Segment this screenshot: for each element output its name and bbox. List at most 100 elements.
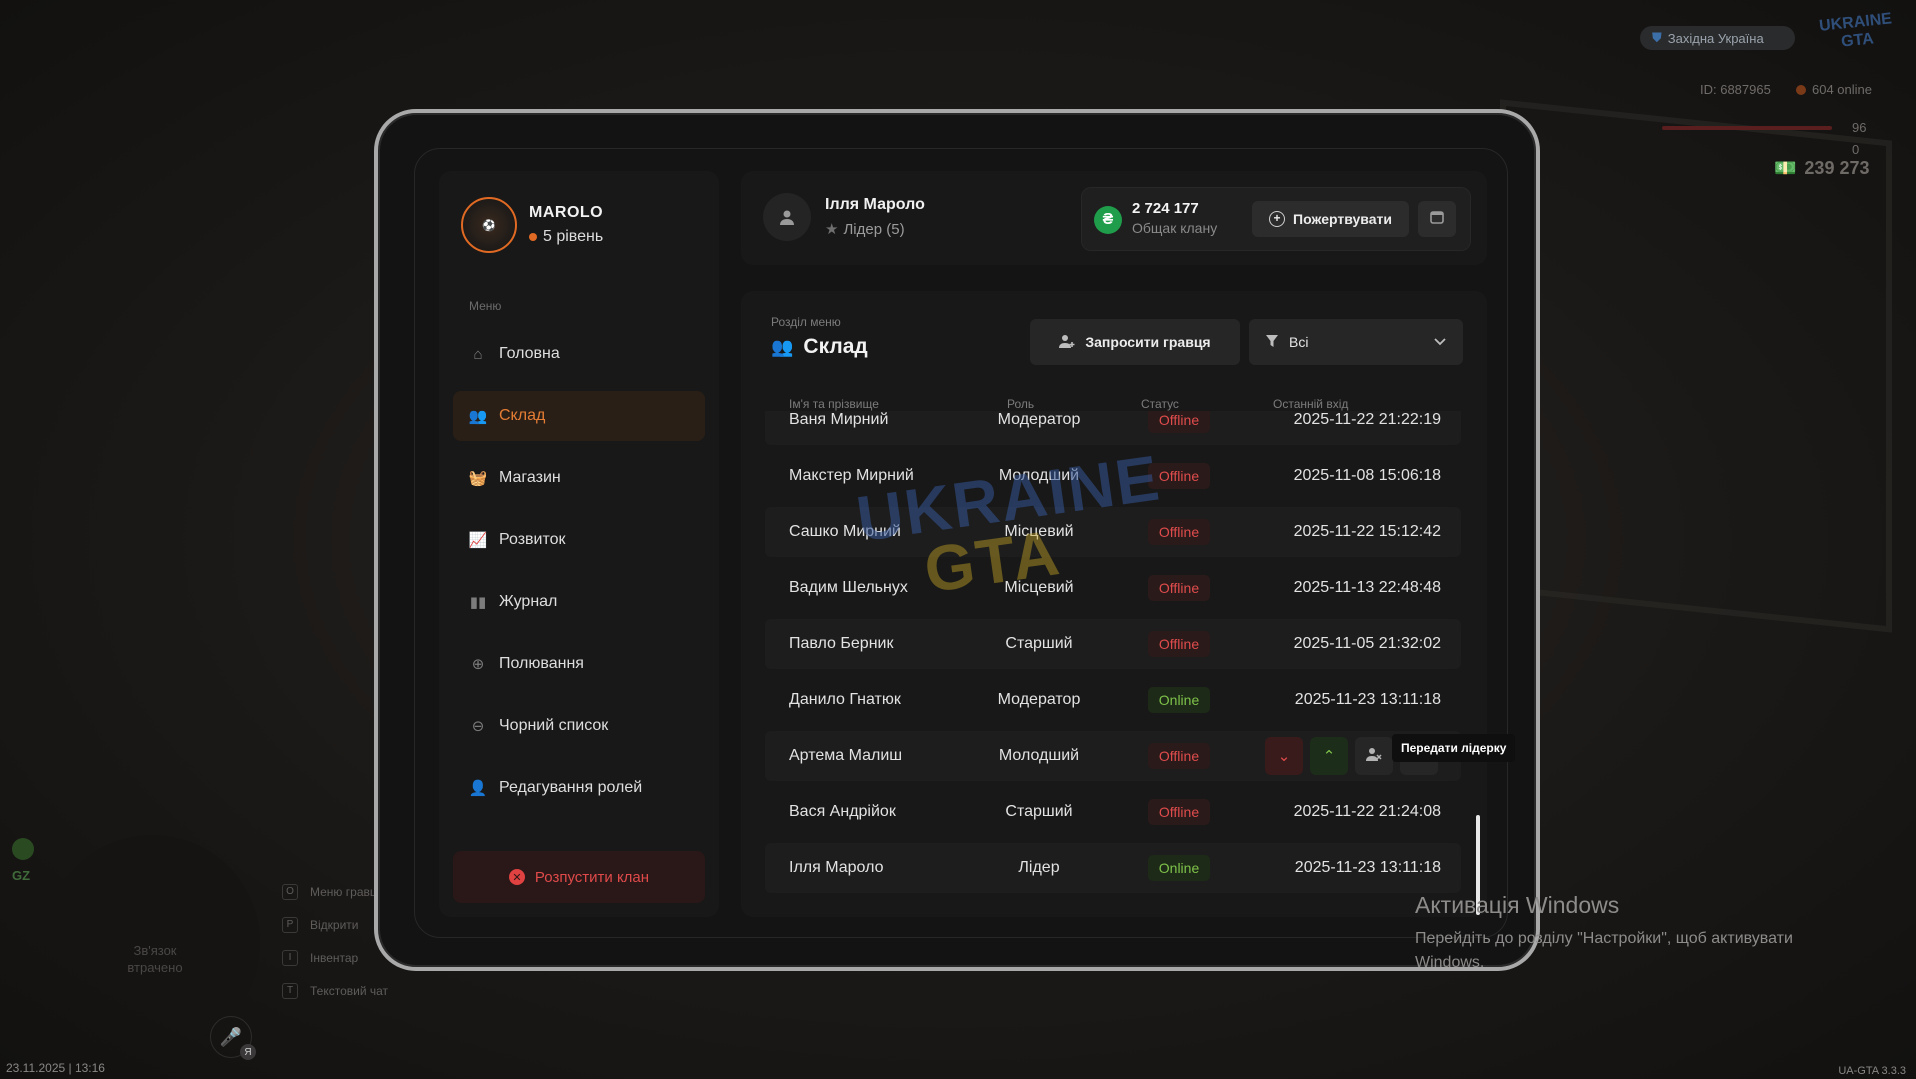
- table-row[interactable]: Ваня Мирний Модератор Offline 2025-11-22…: [765, 411, 1461, 445]
- chart-icon: 📈: [468, 532, 488, 549]
- sidebar-item-label: Розвиток: [499, 531, 566, 548]
- sidebar-item-development[interactable]: 📈 Розвиток: [453, 515, 705, 565]
- member-role: Молодший: [998, 747, 1080, 764]
- sidebar-item-label: Чорний список: [499, 717, 609, 734]
- sidebar-item-hunting[interactable]: ⊕ Полювання: [453, 639, 705, 689]
- sidebar-item-shop[interactable]: 🧺 Магазин: [453, 453, 705, 503]
- kick-member-button[interactable]: [1355, 737, 1393, 775]
- tooltip: Передати лідерку: [1392, 734, 1516, 762]
- sidebar-item-home[interactable]: ⌂ Головна: [453, 329, 705, 379]
- bank-label: Общак клану: [1132, 220, 1218, 236]
- datetime: 23.11.2025 | 13:16: [6, 1061, 105, 1075]
- member-role: Лідер: [1018, 859, 1060, 876]
- member-name: Данило Гнатюк: [789, 691, 901, 708]
- hotkey-key: I: [282, 950, 298, 966]
- donate-label: Пожертвувати: [1293, 211, 1392, 227]
- sidebar-item-label: Склад: [499, 407, 546, 424]
- table-row[interactable]: Ілля Мароло Лідер Online 2025-11-23 13:1…: [765, 843, 1461, 893]
- donate-button[interactable]: + Пожертвувати: [1252, 201, 1409, 237]
- version: UA-GTA 3.3.3: [1838, 1065, 1906, 1077]
- online-count: 604 online: [1796, 82, 1872, 97]
- table-row[interactable]: Данило Гнатюк Модератор Online 2025-11-2…: [765, 675, 1461, 725]
- hotkey-label: Текстовий чат: [310, 984, 389, 998]
- activation-text: Перейдіть до розділу "Настройки", щоб ак…: [1415, 930, 1793, 971]
- gz-icon: [12, 838, 34, 860]
- chevron-down-icon: [1433, 334, 1447, 351]
- clan-profile: ⚽ MAROLO 5 рівень: [461, 197, 603, 253]
- top-card: Ілля Мароло ★ Лідер (5) ₴ 2 724 177 Обща…: [741, 171, 1487, 265]
- sidebar-item-label: Полювання: [499, 655, 584, 672]
- member-role: Старший: [1005, 635, 1073, 652]
- disband-label: Розпустити клан: [534, 868, 650, 886]
- status-badge: Offline: [1147, 743, 1211, 769]
- region-label: Західна Україна: [1667, 30, 1764, 46]
- status-filter-select[interactable]: Всі: [1249, 319, 1463, 365]
- promote-button[interactable]: ⌃: [1310, 737, 1348, 775]
- hotkey-key: T: [282, 983, 298, 999]
- demote-button[interactable]: ⌄: [1265, 737, 1303, 775]
- last-login: 2025-11-13 22:48:48: [1293, 579, 1441, 596]
- current-user: Ілля Мароло ★ Лідер (5): [763, 193, 925, 241]
- user-gear-icon: 👤: [468, 780, 488, 797]
- member-name: Ваня Мирний: [789, 411, 889, 428]
- hotkey-row: O Меню гравця: [282, 884, 388, 900]
- table-row[interactable]: Вася Андрійок Старший Offline 2025-11-22…: [765, 787, 1461, 837]
- sidebar-item-label: Редагування ролей: [499, 779, 643, 796]
- clan-name: MAROLO: [529, 204, 604, 221]
- hotkey-label: Меню гравця: [310, 885, 384, 899]
- menu-caption: Меню: [469, 299, 502, 313]
- sidebar-item-label: Магазин: [499, 469, 561, 486]
- members-icon: 👥: [771, 336, 794, 357]
- ban-icon: ⊖: [471, 718, 485, 735]
- hotkey-key: O: [282, 884, 298, 900]
- clan-bank: ₴ 2 724 177 Общак клану + Пожертвувати: [1081, 187, 1471, 251]
- sidebar-item-label: Журнал: [499, 593, 558, 610]
- last-login: 2025-11-22 21:24:08: [1293, 803, 1441, 820]
- game-logo: UKRAINE GTA: [1818, 10, 1893, 51]
- history-button[interactable]: [1418, 201, 1456, 237]
- status-badge: Online: [1147, 687, 1211, 713]
- page-title-label: Склад: [803, 335, 868, 358]
- health-value: 96: [1852, 120, 1867, 135]
- calendar-icon: [1429, 209, 1445, 230]
- members-icon: 👥: [468, 408, 488, 425]
- clan-level-label: 5 рівень: [543, 228, 604, 245]
- column-last-login: Останній вхід: [1273, 397, 1349, 411]
- filter-value: Всі: [1289, 334, 1309, 350]
- sidebar-item-blacklist[interactable]: ⊖ Чорний список: [453, 701, 705, 751]
- invite-player-button[interactable]: Запросити гравця: [1030, 319, 1240, 365]
- sidebar: ⚽ MAROLO 5 рівень Меню ⌂ Головна 👥 Склад 🧺…: [439, 171, 719, 917]
- hotkey-label: Відкрити: [310, 918, 359, 932]
- sidebar-item-journal[interactable]: ▮▮ Журнал: [453, 577, 705, 627]
- gz-label: GZ: [12, 868, 31, 883]
- sidebar-item-edit-roles[interactable]: 👤 Редагування ролей: [453, 763, 705, 813]
- user-avatar-icon: [763, 193, 811, 241]
- table-row[interactable]: Павло Берник Старший Offline 2025-11-05 …: [765, 619, 1461, 669]
- hotkey-row: T Текстовий чат: [282, 983, 388, 999]
- column-status: Статус: [1141, 397, 1179, 411]
- activation-title: Активація Windows: [1415, 892, 1620, 918]
- user-name: Ілля Мароло: [825, 196, 925, 213]
- money-value: 239 273: [1804, 158, 1870, 178]
- plus-circle-icon: +: [1269, 211, 1286, 227]
- member-name: Артема Малиш: [789, 747, 903, 764]
- sidebar-item-members[interactable]: 👥 Склад: [453, 391, 705, 441]
- sidebar-item-label: Головна: [499, 345, 560, 362]
- armor-value: 0: [1852, 142, 1860, 157]
- column-name: Ім'я та прізвище: [789, 397, 879, 411]
- member-role: Старший: [1005, 803, 1073, 820]
- remove-user-icon: [1366, 746, 1382, 766]
- hryvnia-coin-icon: ₴: [1094, 206, 1122, 234]
- user-role-label: Лідер (5): [843, 220, 905, 238]
- invite-label: Запросити гравця: [1085, 334, 1211, 350]
- section-caption: Розділ меню: [771, 315, 841, 329]
- basket-icon: 🧺: [468, 470, 488, 487]
- disband-clan-button[interactable]: ✕ Розпустити клан: [453, 851, 705, 903]
- online-dot-icon: [1796, 84, 1806, 95]
- table-row[interactable]: Артема Малиш Молодший Offline ⌄ ⌃: [765, 731, 1461, 781]
- member-name: Ілля Мароло: [789, 859, 884, 876]
- last-login: 2025-11-23 13:11:18: [1294, 691, 1441, 708]
- level-dot-icon: [529, 233, 537, 241]
- last-login: 2025-11-23 13:11:18: [1294, 859, 1441, 876]
- status-badge: Offline: [1147, 799, 1211, 825]
